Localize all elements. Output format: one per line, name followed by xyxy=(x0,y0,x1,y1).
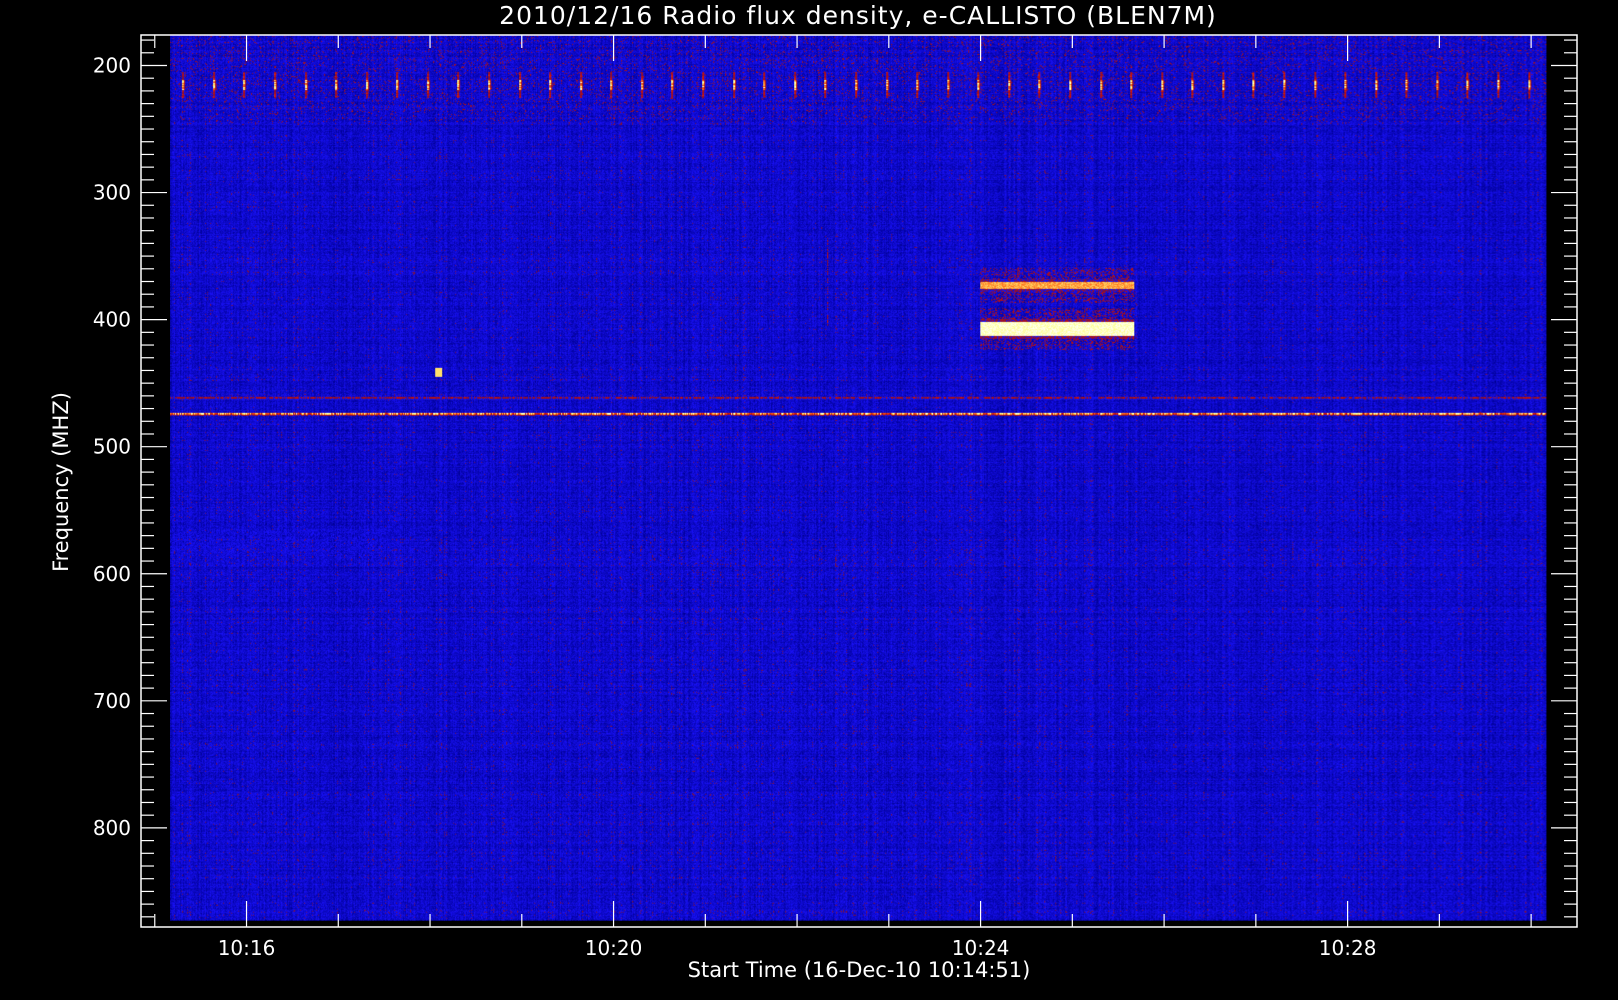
x-tick-label: 10:24 xyxy=(952,936,1010,960)
y-tick-label: 300 xyxy=(93,181,131,205)
y-tick-label: 700 xyxy=(93,689,131,713)
y-tick-label: 400 xyxy=(93,308,131,332)
plot-area xyxy=(170,35,1547,921)
x-tick-label: 10:28 xyxy=(1319,936,1377,960)
y-tick-label: 600 xyxy=(93,562,131,586)
spectrogram-chart: 2010/12/16 Radio flux density, e-CALLIST… xyxy=(49,1,1578,982)
x-tick-label: 10:16 xyxy=(218,936,276,960)
y-tick-label: 200 xyxy=(93,53,131,77)
y-tick-label: 500 xyxy=(93,435,131,459)
x-tick-label: 10:20 xyxy=(585,936,643,960)
spectrogram-heatmap xyxy=(170,35,1547,921)
x-axis-title: Start Time (16-Dec-10 10:14:51) xyxy=(688,958,1031,982)
y-axis-title: Frequency (MHZ) xyxy=(49,392,73,572)
y-tick-label: 800 xyxy=(93,816,131,840)
chart-title: 2010/12/16 Radio flux density, e-CALLIST… xyxy=(499,1,1217,30)
